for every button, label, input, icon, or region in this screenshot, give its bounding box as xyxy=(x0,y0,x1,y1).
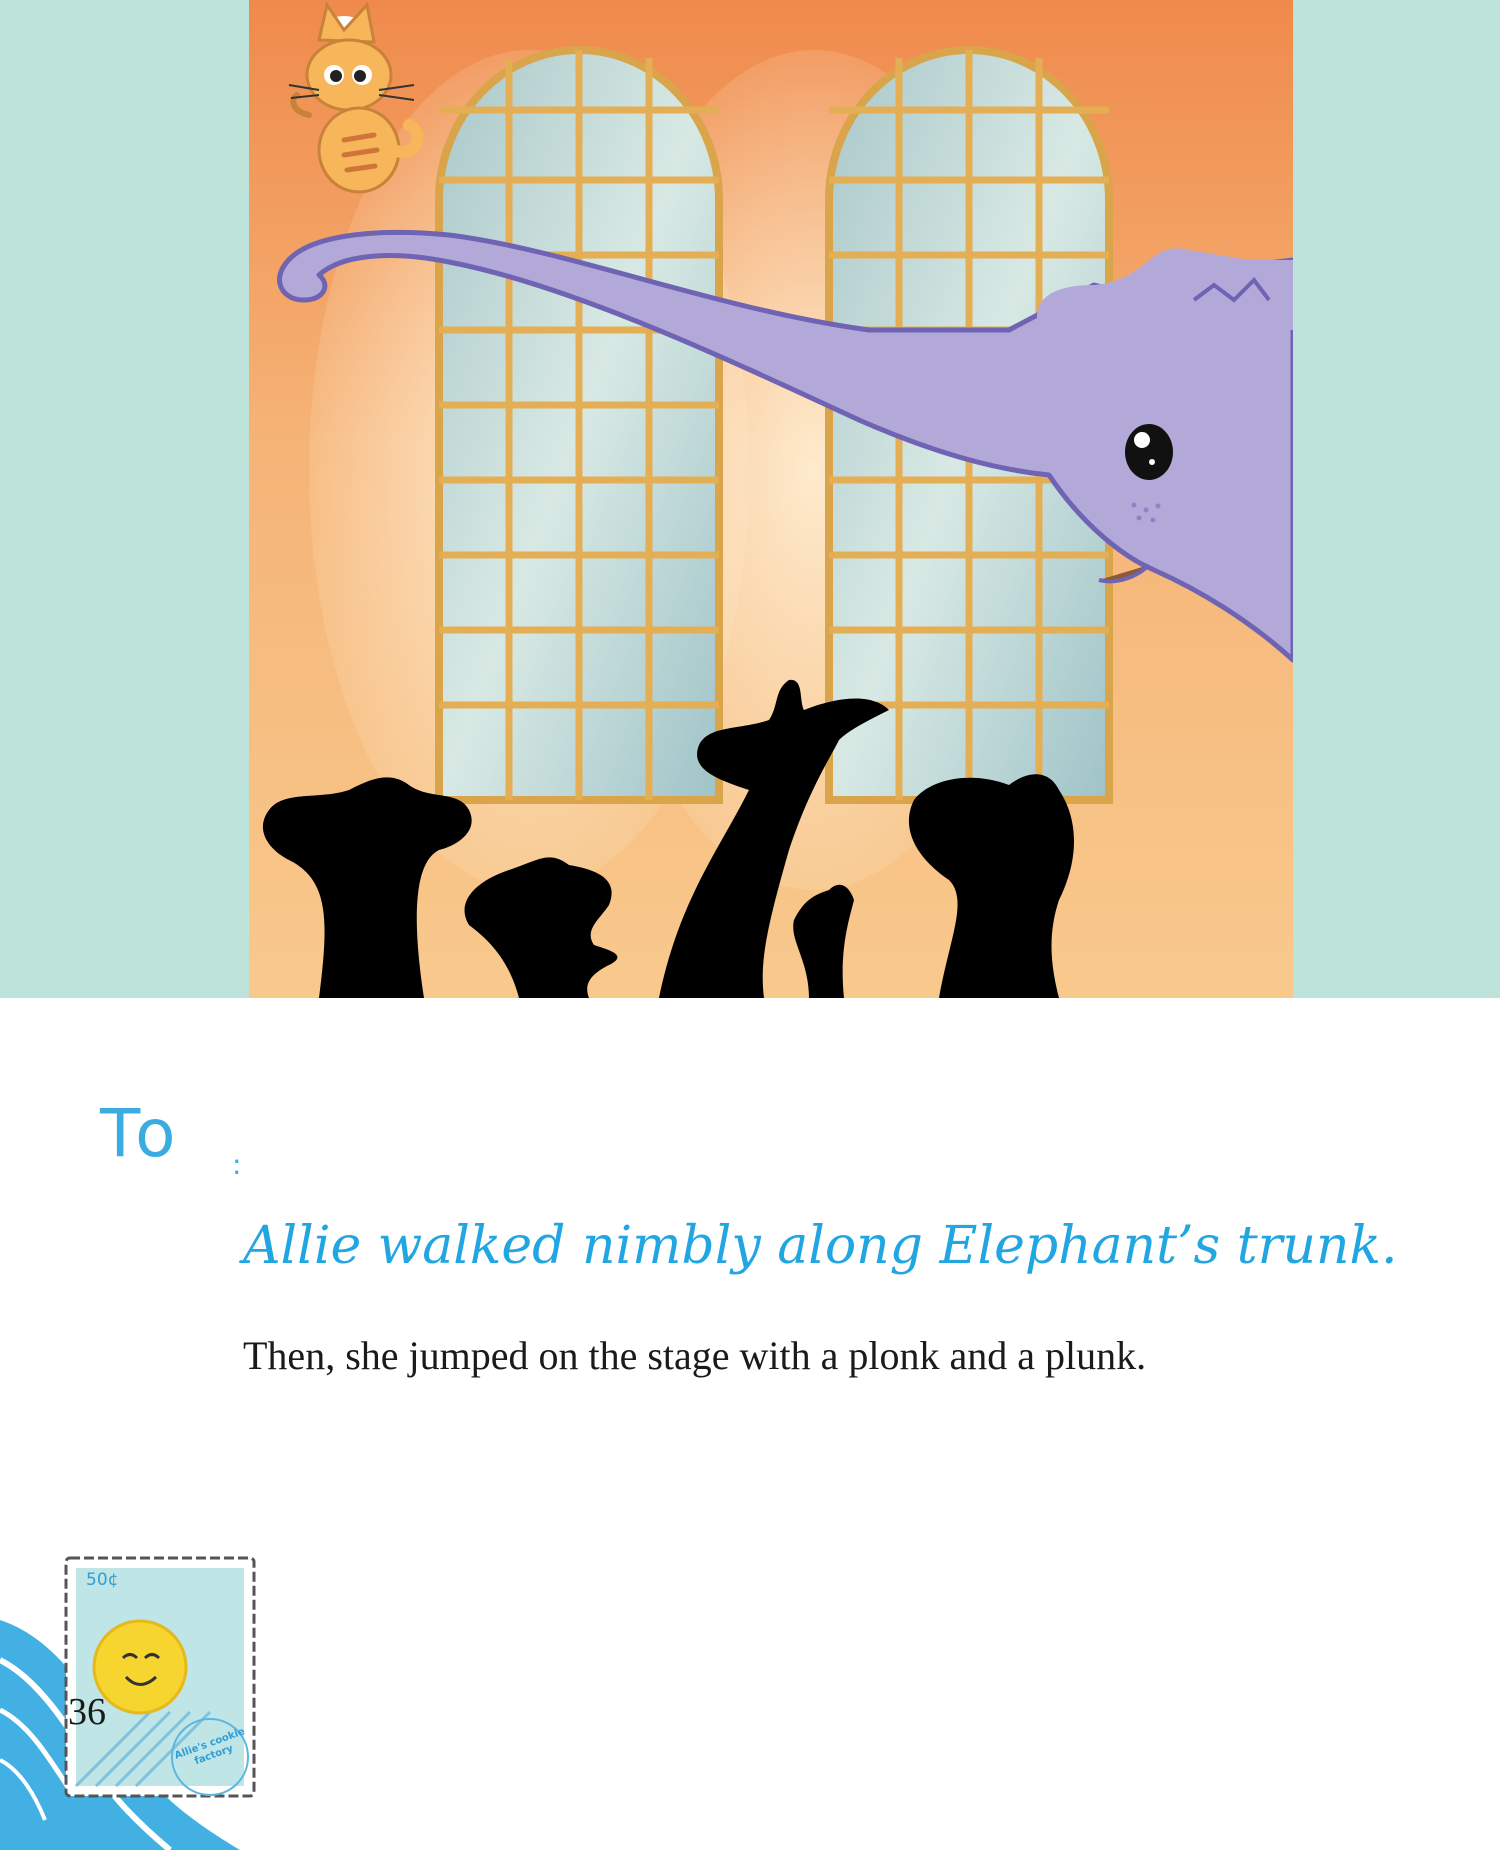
story-headline: Allie walked nimbly along Elephant’s tru… xyxy=(243,1216,1398,1276)
to-label: To xyxy=(100,1095,182,1172)
story-body-text: Then, she jumped on the stage with a plo… xyxy=(243,1333,1147,1378)
left-window xyxy=(435,46,723,804)
stamp-value: 50¢ xyxy=(86,1570,119,1590)
to-colon: : xyxy=(232,1148,242,1181)
page-number: 36 xyxy=(68,1691,106,1733)
story-illustration xyxy=(249,0,1293,998)
postage-stamp: 50¢ Allie's cookie factory xyxy=(60,1552,260,1802)
